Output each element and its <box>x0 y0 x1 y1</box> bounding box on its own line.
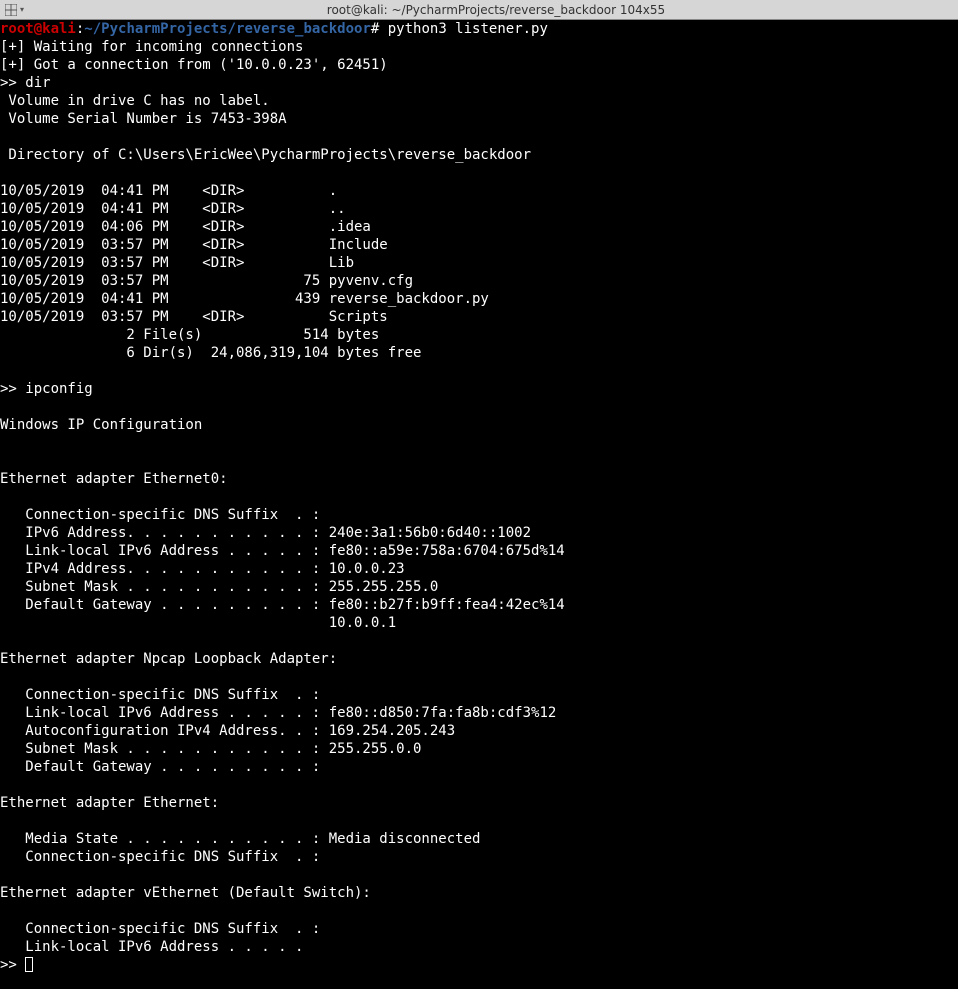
output-line: Ethernet adapter Ethernet0: <box>0 471 228 487</box>
output-line: 10/05/2019 04:41 PM 439 reverse_backdoor… <box>0 291 489 307</box>
output-line: Connection-specific DNS Suffix . : <box>0 921 320 937</box>
prompt-path: /PycharmProjects/reverse_backdoor <box>93 21 371 37</box>
output-line: 10/05/2019 03:57 PM 75 pyvenv.cfg <box>0 273 413 289</box>
output-line: Link-local IPv6 Address . . . . . : fe80… <box>0 705 556 721</box>
output-line: 10.0.0.1 <box>0 615 396 631</box>
terminal-icon <box>3 2 19 18</box>
output-line: Volume in drive C has no label. <box>0 93 270 109</box>
output-line: Link-local IPv6 Address . . . . . : fe80… <box>0 543 565 559</box>
window-titlebar: ▾ root@kali: ~/PycharmProjects/reverse_b… <box>0 0 958 20</box>
output-line: 10/05/2019 04:41 PM <DIR> . <box>0 183 337 199</box>
output-line: 10/05/2019 03:57 PM <DIR> Scripts <box>0 309 388 325</box>
output-line: >> ipconfig <box>0 381 93 397</box>
output-line: Ethernet adapter Ethernet: <box>0 795 219 811</box>
cursor <box>25 957 33 972</box>
output-line: 10/05/2019 03:57 PM <DIR> Lib <box>0 255 354 271</box>
output-line: Directory of C:\Users\EricWee\PycharmPro… <box>0 147 531 163</box>
output-line: Volume Serial Number is 7453-398A <box>0 111 287 127</box>
output-line: Subnet Mask . . . . . . . . . . . : 255.… <box>0 741 421 757</box>
prompt-command: python3 listener.py <box>379 21 548 37</box>
prompt-user-host: root@kali <box>0 21 76 37</box>
output-line: Link-local IPv6 Address . . . . . <box>0 939 303 955</box>
output-line: IPv6 Address. . . . . . . . . . . : 240e… <box>0 525 531 541</box>
output-line: 10/05/2019 04:41 PM <DIR> .. <box>0 201 346 217</box>
output-line: 2 File(s) 514 bytes <box>0 327 379 343</box>
output-line: Windows IP Configuration <box>0 417 202 433</box>
terminal-output[interactable]: root@kali:~/PycharmProjects/reverse_back… <box>0 20 958 974</box>
output-line: Default Gateway . . . . . . . . . : <box>0 759 320 775</box>
output-line: Connection-specific DNS Suffix . : <box>0 507 320 523</box>
dropdown-icon[interactable]: ▾ <box>20 5 34 14</box>
output-prompt: >> <box>0 957 25 973</box>
output-line: 6 Dir(s) 24,086,319,104 bytes free <box>0 345 421 361</box>
output-line: IPv4 Address. . . . . . . . . . . : 10.0… <box>0 561 405 577</box>
output-line: Connection-specific DNS Suffix . : <box>0 687 320 703</box>
output-line: [+] Waiting for incoming connections <box>0 39 303 55</box>
output-line: 10/05/2019 03:57 PM <DIR> Include <box>0 237 388 253</box>
output-line: Subnet Mask . . . . . . . . . . . : 255.… <box>0 579 438 595</box>
output-line: [+] Got a connection from ('10.0.0.23', … <box>0 57 388 73</box>
output-line: Connection-specific DNS Suffix . : <box>0 849 320 865</box>
output-line: Autoconfiguration IPv4 Address. . : 169.… <box>0 723 455 739</box>
output-line: Ethernet adapter Npcap Loopback Adapter: <box>0 651 337 667</box>
prompt-tilde: ~ <box>84 21 92 37</box>
output-line: >> dir <box>0 75 51 91</box>
window-title: root@kali: ~/PycharmProjects/reverse_bac… <box>34 3 958 17</box>
output-line: Default Gateway . . . . . . . . . : fe80… <box>0 597 565 613</box>
output-line: Media State . . . . . . . . . . . : Medi… <box>0 831 480 847</box>
output-line: 10/05/2019 04:06 PM <DIR> .idea <box>0 219 371 235</box>
output-line: Ethernet adapter vEthernet (Default Swit… <box>0 885 371 901</box>
